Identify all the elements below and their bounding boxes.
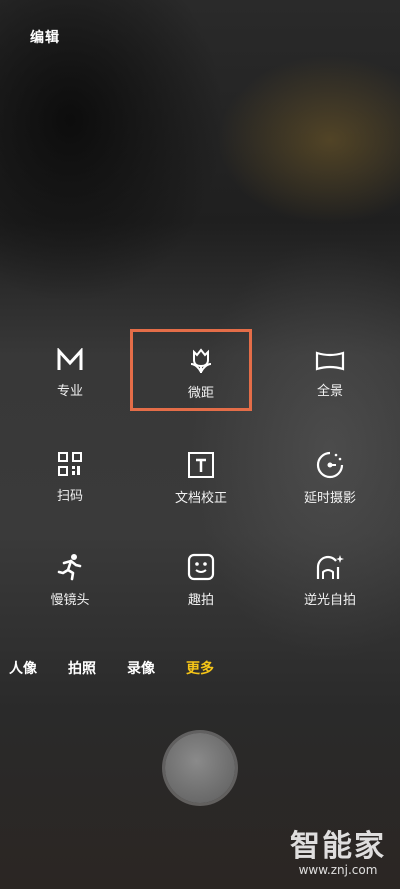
watermark-logo: 智能家 — [290, 829, 386, 864]
mode-label: 专业 — [56, 384, 83, 399]
pro-mode-icon — [57, 348, 83, 370]
mode-label: 逆光自拍 — [303, 593, 356, 608]
mode-document-correction[interactable]: 文档校正 — [141, 451, 261, 506]
tab-photo[interactable]: 拍照 — [68, 658, 96, 678]
mode-tab-bar: 人像 拍照 录像 更多 — [0, 658, 400, 680]
watermark-url: www.znj.com — [298, 863, 378, 877]
timelapse-icon — [316, 451, 344, 479]
document-correction-icon — [188, 452, 214, 478]
slow-motion-runner-icon — [57, 554, 82, 581]
mode-panorama[interactable]: 全景 — [270, 350, 390, 399]
mode-label: 延时摄影 — [303, 491, 356, 506]
tab-video[interactable]: 录像 — [127, 658, 155, 678]
macro-highlight-box — [130, 329, 252, 411]
watermark: 智能家 www.znj.com — [290, 821, 386, 877]
backlight-selfie-icon — [316, 555, 344, 579]
panorama-icon — [315, 351, 345, 371]
mode-label: 趣拍 — [187, 593, 214, 608]
mode-label: 文档校正 — [174, 491, 227, 506]
qr-scan-icon — [58, 452, 82, 476]
mode-timelapse[interactable]: 延时摄影 — [270, 451, 390, 506]
edit-button[interactable]: 编辑 — [30, 27, 60, 47]
mode-fun-shot[interactable]: 趣拍 — [141, 553, 261, 608]
mode-slow-motion[interactable]: 慢镜头 — [10, 553, 130, 608]
mode-label: 全景 — [316, 384, 343, 399]
fun-shot-face-icon — [187, 553, 215, 581]
mode-backlight-selfie[interactable]: 逆光自拍 — [270, 553, 390, 608]
shutter-button[interactable] — [165, 733, 235, 803]
mode-scan[interactable]: 扫码 — [10, 451, 130, 504]
mode-label: 扫码 — [56, 489, 83, 504]
tab-portrait[interactable]: 人像 — [9, 658, 37, 678]
mode-label: 慢镜头 — [50, 593, 90, 608]
tab-more[interactable]: 更多 — [186, 658, 214, 678]
mode-pro[interactable]: 专业 — [10, 348, 130, 399]
